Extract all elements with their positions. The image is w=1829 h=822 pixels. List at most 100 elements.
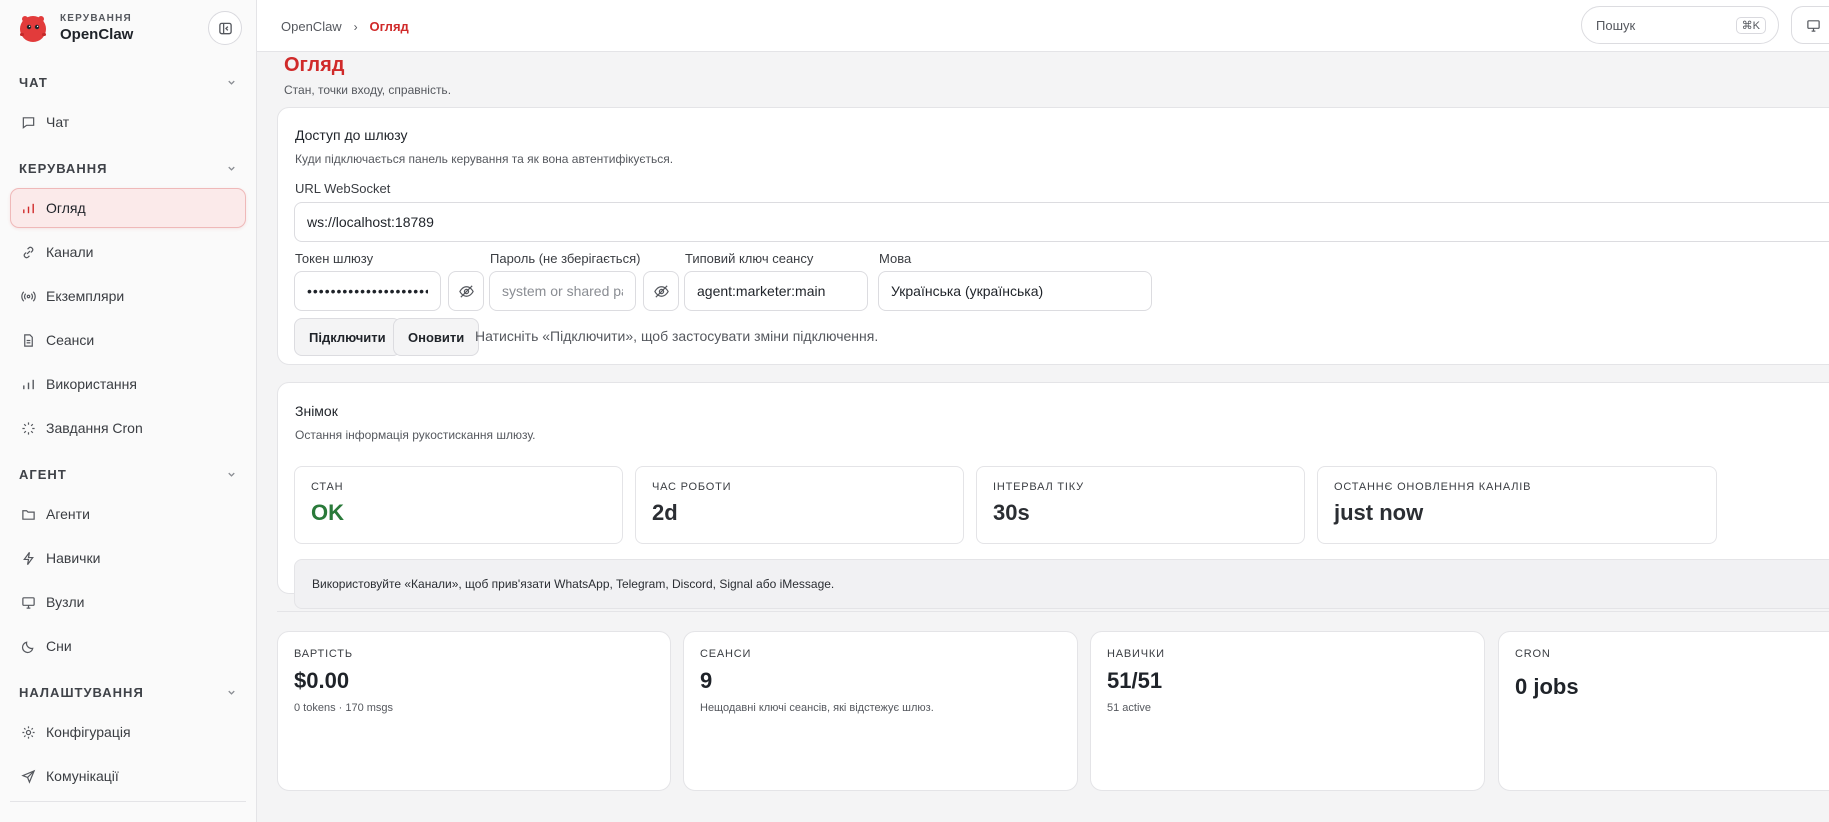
stat-tick-interval: ІНТЕРВАЛ ТІКУ 30s xyxy=(976,466,1305,544)
section-title: АГЕНТ xyxy=(19,466,67,482)
sidebar-item-skills[interactable]: Навички xyxy=(10,538,246,578)
toggle-token-visibility-button[interactable] xyxy=(448,271,484,311)
chat-icon xyxy=(22,116,35,129)
breadcrumb-separator: › xyxy=(353,19,358,34)
sidebar-item-communications[interactable]: Комунікації xyxy=(10,756,246,796)
monitor-icon xyxy=(1807,19,1820,32)
sidebar-item-cron[interactable]: Завдання Cron xyxy=(10,408,246,448)
sidebar-item-nodes[interactable]: Вузли xyxy=(10,582,246,622)
metric-label: ВАРТІСТЬ xyxy=(294,648,353,660)
chevron-down-icon xyxy=(228,166,235,171)
password-input[interactable] xyxy=(489,271,636,311)
sidebar-item-label: Чат xyxy=(46,114,70,130)
session-key-input[interactable] xyxy=(684,271,868,311)
section-title: ЧАТ xyxy=(19,74,48,90)
search-input[interactable] xyxy=(1596,17,1726,33)
section-title: КЕРУВАННЯ xyxy=(19,160,108,176)
stat-value: 2d xyxy=(652,500,678,525)
sidebar-item-label: Конфігурація xyxy=(46,724,131,740)
gear-icon xyxy=(22,725,35,739)
connect-button[interactable]: Підключити xyxy=(294,318,401,356)
bolt-icon xyxy=(23,551,34,565)
stat-status: СТАН OK xyxy=(294,466,623,544)
language-select[interactable] xyxy=(878,271,1152,311)
websocket-url-label: URL WebSocket xyxy=(295,181,391,196)
sidebar-item-sessions[interactable]: Сеанси xyxy=(10,320,246,360)
sidebar-item-instances[interactable]: Екземпляри xyxy=(10,276,246,316)
eye-off-icon xyxy=(458,284,474,298)
sidebar-item-label: Екземпляри xyxy=(46,288,125,304)
gateway-token-label: Токен шлюзу xyxy=(295,251,374,266)
section-header-chat[interactable]: ЧАТ xyxy=(10,62,246,102)
metric-card-cost[interactable]: ВАРТІСТЬ $0.00 0 tokens · 170 msgs xyxy=(277,631,671,791)
metric-card-cron[interactable]: CRON 0 jobs xyxy=(1498,631,1829,791)
section-header-agent[interactable]: АГЕНТ xyxy=(10,454,246,494)
send-icon xyxy=(21,769,36,784)
nav-section-control: КЕРУВАННЯ Огляд Канали Екземпляри Сеанси xyxy=(0,148,256,448)
sidebar-item-config[interactable]: Конфігурація xyxy=(10,712,246,752)
stat-uptime: ЧАС РОБОТИ 2d xyxy=(635,466,964,544)
gateway-token-input[interactable] xyxy=(294,271,441,311)
card-title: Знімок xyxy=(295,403,338,419)
toggle-password-visibility-button[interactable] xyxy=(643,271,679,311)
brand: КЕРУВАННЯ OpenClaw xyxy=(0,0,256,56)
sidebar-divider xyxy=(10,801,246,802)
openclaw-logo-icon xyxy=(16,11,50,45)
chevron-down-icon xyxy=(228,80,235,85)
sidebar-item-overview[interactable]: Огляд xyxy=(10,188,246,228)
section-header-control[interactable]: КЕРУВАННЯ xyxy=(10,148,246,188)
metric-card-skills[interactable]: НАВИЧКИ 51/51 51 active xyxy=(1090,631,1485,791)
sidebar-item-label: Канали xyxy=(46,244,94,260)
display-mode-button[interactable] xyxy=(1791,6,1829,44)
language-label: Мова xyxy=(879,251,912,266)
breadcrumb: OpenClaw › Огляд xyxy=(281,18,409,34)
section-header-settings[interactable]: НАЛАШТУВАННЯ xyxy=(10,672,246,712)
chevron-down-icon xyxy=(228,472,235,477)
card-subtitle: Остання інформація рукостискання шлюзу. xyxy=(295,428,536,442)
folder-icon xyxy=(22,509,35,520)
sidebar-item-label: Огляд xyxy=(46,200,86,216)
broadcast-icon xyxy=(21,290,36,302)
metric-value: 51/51 xyxy=(1107,668,1163,693)
sidebar: КЕРУВАННЯ OpenClaw ЧАТ Чат КЕРУВАННЯ Огл… xyxy=(0,0,257,822)
sidebar-item-label: Завдання Cron xyxy=(46,420,143,436)
snapshot-card: Знімок Остання інформація рукостискання … xyxy=(277,382,1829,609)
content: Огляд Стан, точки входу, справність. Дос… xyxy=(277,52,1829,791)
sidebar-item-agents[interactable]: Агенти xyxy=(10,494,246,534)
stat-value: OK xyxy=(311,500,344,525)
sidebar-item-label: Сни xyxy=(46,638,72,654)
bar-chart-icon xyxy=(23,379,34,389)
stat-value: 30s xyxy=(993,500,1030,525)
stat-label: ІНТЕРВАЛ ТІКУ xyxy=(993,481,1084,493)
search-box[interactable]: ⌘K xyxy=(1581,6,1779,44)
sidebar-item-chat[interactable]: Чат xyxy=(10,102,246,142)
metric-card-sessions[interactable]: СЕАНСИ 9 Нещодавні ключі сеансів, які ві… xyxy=(683,631,1078,791)
sidebar-collapse-button[interactable] xyxy=(208,11,242,45)
websocket-url-input[interactable] xyxy=(294,202,1829,242)
eye-off-icon xyxy=(653,284,669,298)
moon-icon xyxy=(21,640,34,653)
metric-subtext: 51 active xyxy=(1107,702,1152,714)
breadcrumb-current: Огляд xyxy=(369,18,409,34)
refresh-button[interactable]: Оновити xyxy=(393,318,480,356)
metric-value: 0 jobs xyxy=(1515,674,1579,699)
sidebar-item-label: Агенти xyxy=(46,506,90,522)
brand-text: КЕРУВАННЯ OpenClaw xyxy=(60,13,133,43)
gateway-access-card: Доступ до шлюзу Куди підключається панел… xyxy=(277,107,1829,365)
metric-subtext: Нещодавні ключі сеансів, які відстежує ш… xyxy=(700,702,934,714)
card-title: Доступ до шлюзу xyxy=(295,127,408,143)
session-key-label: Типовий ключ сеансу xyxy=(685,251,814,266)
metric-value: $0.00 xyxy=(294,668,350,693)
page-subtitle: Стан, точки входу, справність. xyxy=(284,83,452,97)
sidebar-toggle-icon xyxy=(218,22,232,34)
breadcrumb-root[interactable]: OpenClaw xyxy=(281,19,342,34)
sidebar-item-label: Сеанси xyxy=(46,332,95,348)
sidebar-item-channels[interactable]: Канали xyxy=(10,232,246,272)
stat-label: ОСТАННЄ ОНОВЛЕННЯ КАНАЛІВ xyxy=(1334,481,1532,493)
sidebar-item-label: Вузли xyxy=(46,594,85,610)
document-icon xyxy=(24,333,33,347)
metric-label: СЕАНСИ xyxy=(700,648,752,660)
sidebar-item-usage[interactable]: Використання xyxy=(10,364,246,404)
section-divider xyxy=(277,611,1829,612)
sidebar-item-dreams[interactable]: Сни xyxy=(10,626,246,666)
